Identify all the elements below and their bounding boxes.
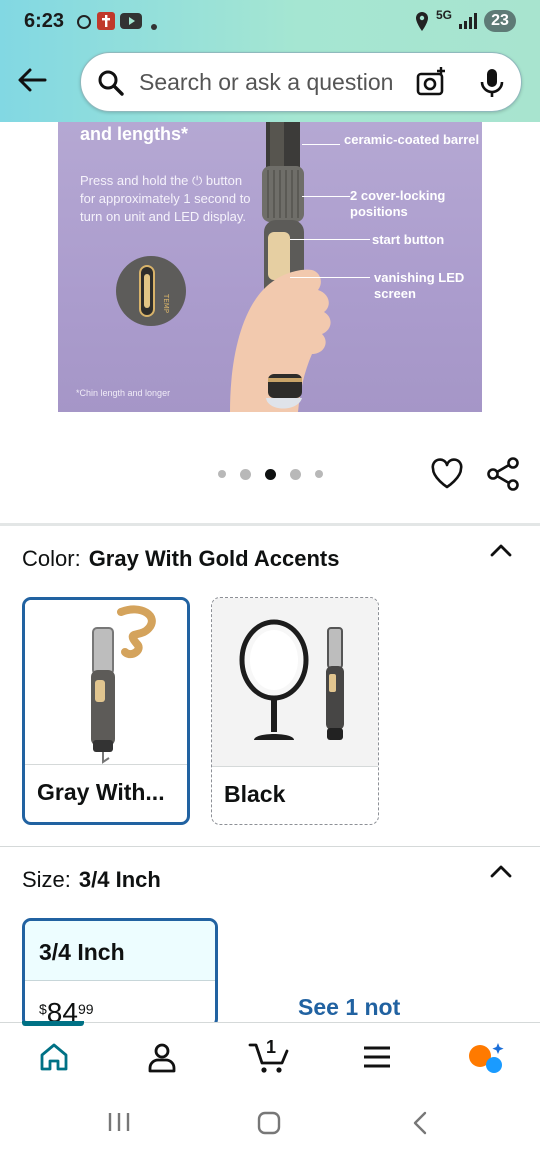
color-option-label: Black (212, 766, 378, 824)
microphone-icon[interactable] (479, 67, 505, 104)
recent-apps-icon[interactable] (106, 1110, 132, 1139)
bottom-nav: 1 (0, 1021, 540, 1089)
status-bar: 6:23 5G 23 (0, 0, 540, 46)
app-header: 6:23 5G 23 Search or ask a question (0, 0, 540, 122)
led-leader-line (290, 277, 370, 278)
carousel-dot[interactable] (315, 470, 323, 478)
callout-start: start button (372, 232, 445, 247)
share-icon[interactable] (486, 456, 520, 497)
search-bar[interactable]: Search or ask a question (80, 52, 522, 112)
bible-app-icon (96, 11, 116, 36)
signal-icon (458, 12, 480, 35)
home-button-icon[interactable] (256, 1110, 282, 1141)
color-option-gray[interactable]: Gray With... (22, 597, 190, 825)
color-value: Gray With Gold Accents (88, 546, 340, 571)
color-row[interactable]: Color: Gray With Gold Accents (22, 546, 340, 572)
see-not-available-link[interactable]: See 1 not (298, 994, 400, 1021)
chevron-up-icon[interactable] (488, 861, 514, 886)
gray-iron-thumbnail (25, 600, 187, 766)
hero-heading: and lengths* (80, 124, 189, 144)
status-time: 6:23 (24, 10, 65, 32)
battery-indicator: 23 (484, 10, 516, 32)
carousel-dot-active[interactable] (265, 468, 276, 480)
account-icon[interactable] (146, 1041, 178, 1078)
home-icon[interactable] (38, 1041, 70, 1078)
color-label: Color: (22, 546, 81, 571)
button-detail-illustration: TEMP (116, 256, 186, 326)
youtube-icon (120, 13, 142, 34)
search-icon (97, 69, 125, 102)
more-notifications-dot-icon (150, 18, 158, 36)
system-navigation-bar (0, 1088, 540, 1158)
size-value: 3/4 Inch (78, 867, 161, 892)
size-label: Size: (22, 867, 71, 892)
system-back-icon[interactable] (410, 1110, 430, 1141)
back-button[interactable] (12, 60, 52, 100)
network-type: 5G (436, 8, 453, 22)
heart-icon[interactable] (430, 458, 464, 495)
size-row[interactable]: Size: 3/4 Inch (22, 867, 161, 893)
image-carousel-dots[interactable] (218, 466, 337, 482)
color-option-black[interactable]: Black (211, 597, 379, 825)
menu-icon[interactable] (362, 1045, 392, 1074)
carousel-dot[interactable] (218, 470, 226, 478)
start-leader-line (290, 239, 370, 240)
chevron-up-icon[interactable] (488, 540, 514, 565)
product-image[interactable]: and lengths* Press and hold the ⏻ button… (58, 122, 482, 412)
search-input[interactable]: Search or ask a question (139, 69, 401, 96)
camera-search-icon[interactable] (415, 66, 447, 103)
hero-footnote: *Chin length and longer (76, 388, 171, 398)
curling-iron-illustration (230, 122, 331, 412)
cover-leader-line (302, 196, 350, 197)
color-option-label: Gray With... (25, 764, 187, 822)
carousel-dot[interactable] (290, 468, 301, 480)
cart-count: 1 (266, 1037, 277, 1057)
rufus-assistant-icon[interactable] (466, 1041, 506, 1080)
carousel-dot[interactable] (240, 468, 251, 480)
callout-led: vanishing LED screen (374, 270, 465, 301)
size-option-label: 3/4 Inch (25, 921, 215, 981)
location-icon (414, 11, 430, 38)
circle-notification-icon (76, 12, 92, 37)
back-arrow-icon (18, 68, 47, 92)
size-option-3-4-inch[interactable]: 3/4 Inch $8499 (22, 918, 218, 1028)
section-divider (0, 846, 540, 847)
active-tab-indicator (22, 1021, 84, 1026)
svg-text:TEMP: TEMP (162, 293, 170, 313)
callout-barrel: ceramic-coated barrel (344, 132, 480, 147)
barrel-leader-line (302, 144, 340, 145)
black-iron-thumbnail (212, 598, 378, 766)
section-divider (0, 523, 540, 526)
callout-cover: 2 cover-locking positions (350, 188, 446, 219)
